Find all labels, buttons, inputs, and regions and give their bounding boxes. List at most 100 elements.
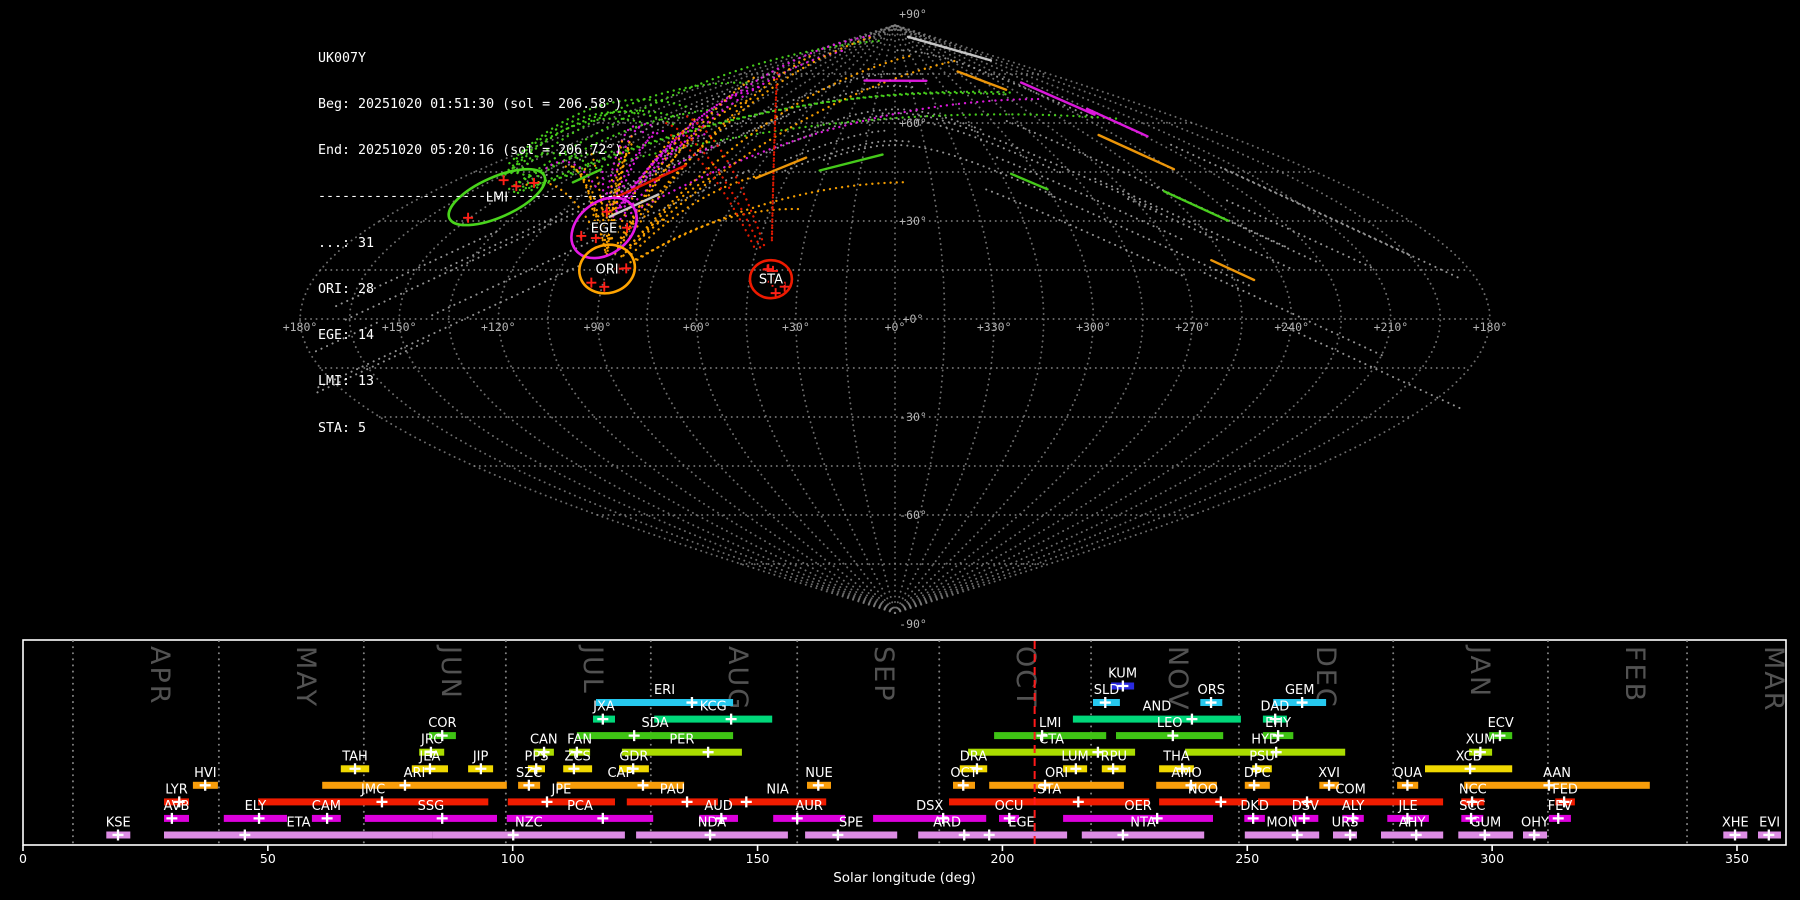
activity-bar [805,831,898,839]
lon-grid-label: +60° [683,320,711,334]
shower-code-label: NUE [805,766,832,781]
peak-cross [740,796,752,808]
shower-code-label: PPS [525,749,549,764]
shower-bar-rpu: RPU [1101,749,1127,775]
shower-code-label: JRC [420,733,442,748]
meteor-track [662,121,762,249]
shower-code-label: ELY [245,799,267,814]
peak-cross [376,796,388,808]
activity-bar [576,732,734,740]
shower-code-label: DAD [1261,700,1290,715]
shower-code-label: KCG [700,700,727,715]
peak-cross [1186,713,1198,725]
peak-cross [628,730,640,742]
shower-bar-kse: KSE [106,816,131,841]
shower-row-red: LYR JMC JPE PAU NIA STA NOO COM NCC FED [164,782,1578,808]
shower-code-label: AUD [704,799,732,814]
radiant-map-and-activity-plot: +180° +150° +120° +90° +60° +30° +0° +330° +300°… [19,7,1789,886]
shower-code-label: EGE [1008,816,1035,831]
shower-code-label: NOO [1188,782,1218,797]
month-label-mar: MAR [1758,646,1789,713]
shower-code-label: ARI [404,766,426,781]
lon-grid-label: +180° [1473,320,1508,334]
peak-cross [832,829,844,841]
peak-cross [1763,829,1775,841]
meteor-track [611,48,847,218]
shower-bar-nda: NDA [636,816,788,841]
shower-code-label: NIA [766,782,789,797]
peak-cross [686,697,698,709]
lat-grid-label: -60° [899,508,927,522]
shower-bar-ohy: OHY [1521,816,1549,841]
shower-code-label: ARD [933,816,961,831]
shower-code-label: EVI [1759,816,1780,831]
shower-code-label: AVB [164,799,190,814]
meteor-track [1226,199,1375,270]
peak-cross [597,812,609,824]
shower-code-label: ERI [654,683,675,698]
lon-grid-label: +330° [977,320,1012,334]
peak-cross [812,779,824,791]
peak-cross [523,779,535,791]
shower-bar-hvi: HVI [192,766,218,791]
peak-cross [725,713,737,725]
meteor-track [819,143,1053,196]
shower-code-label: DSV [1292,799,1319,814]
activity-bar [432,831,625,839]
shower-bar-cam: CAM [312,799,341,824]
observation-begin: Beg: 20251020 01:51:30 (sol = 206.58°) [318,97,623,113]
peak-cross [1298,812,1310,824]
peak-cross [424,763,436,775]
shower-code-label: URS [1332,816,1359,831]
shower-bar-nue: NUE [805,766,833,791]
shower-code-label: LEO [1157,716,1183,731]
observation-end: End: 20251020 05:20:16 (sol = 206.72°) [318,143,623,159]
meteor-track [1046,193,1250,287]
shower-code-label: NZC [515,816,543,831]
meteor-activity-screen: UK007Y Beg: 20251020 01:51:30 (sol = 206… [0,0,1800,900]
shower-code-label: HYD [1251,733,1279,748]
peak-cross [349,763,361,775]
peak-cross [166,812,178,824]
peak-cross [1344,829,1356,841]
lat-grid-label: +0° [903,312,924,326]
shower-code-label: OHY [1521,816,1549,831]
shower-code-label: MON [1266,816,1297,831]
lon-grid-label: +30° [782,320,810,334]
shower-code-label: CTA [1039,733,1064,748]
month-label-sep: SEP [868,646,899,702]
peak-cross [1247,812,1259,824]
shower-code-label: AMO [1171,766,1201,781]
peak-cross [957,779,969,791]
shower-code-label: EHY [1265,716,1291,731]
shower-code-label: JMC [360,782,385,797]
month-label-oct: OCT [1010,646,1041,709]
peak-cross [1205,697,1217,709]
peak-cross [637,779,649,791]
peak-cross [1296,697,1308,709]
lon-grid-label: +210° [1374,320,1409,334]
activity-bar [1159,798,1247,806]
shower-bar-xcb: XCB [1425,749,1513,775]
shower-code-label: HVI [194,766,217,781]
peak-cross [1552,812,1564,824]
peak-cross [1099,697,1111,709]
meteor-track [979,186,1183,277]
meridian-line [894,24,1244,614]
peak-cross [321,812,333,824]
shower-code-label: SLD [1094,683,1120,698]
x-tick-label: 200 [990,851,1014,866]
shower-code-label: ORI [1045,766,1068,781]
x-tick-label: 150 [746,851,770,866]
count-lmi: LMI: 13 [318,374,375,390]
shower-code-label: ECV [1488,716,1514,731]
shower-code-label: LUM [1061,749,1088,764]
lat-grid-label: -90° [899,617,927,631]
shower-bar-avb: AVB [164,799,190,824]
activity-bar [322,781,507,789]
lon-grid-label: +240° [1274,320,1309,334]
activity-bar [654,715,773,723]
peak-cross [399,779,411,791]
shower-code-label: AND [1143,700,1172,715]
shower-bar-zcs: ZCS [563,749,593,775]
